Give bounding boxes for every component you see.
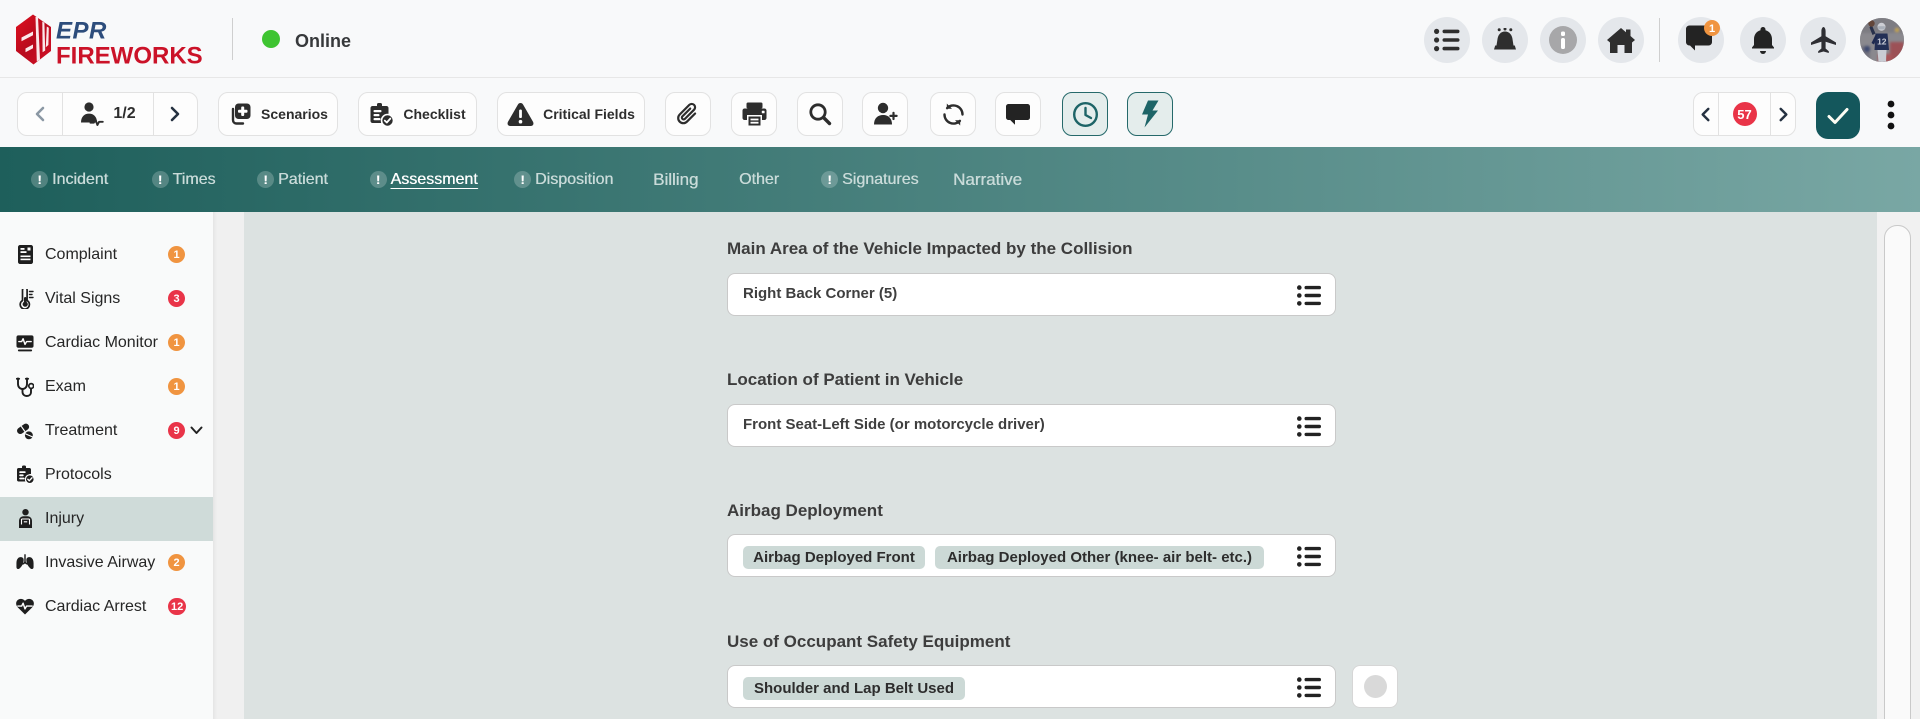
svg-text:EPR: EPR xyxy=(56,18,107,45)
svg-text:FIREWORKS: FIREWORKS xyxy=(56,43,203,67)
svg-text:12: 12 xyxy=(1877,37,1887,47)
svg-text:1: 1 xyxy=(1709,23,1715,35)
